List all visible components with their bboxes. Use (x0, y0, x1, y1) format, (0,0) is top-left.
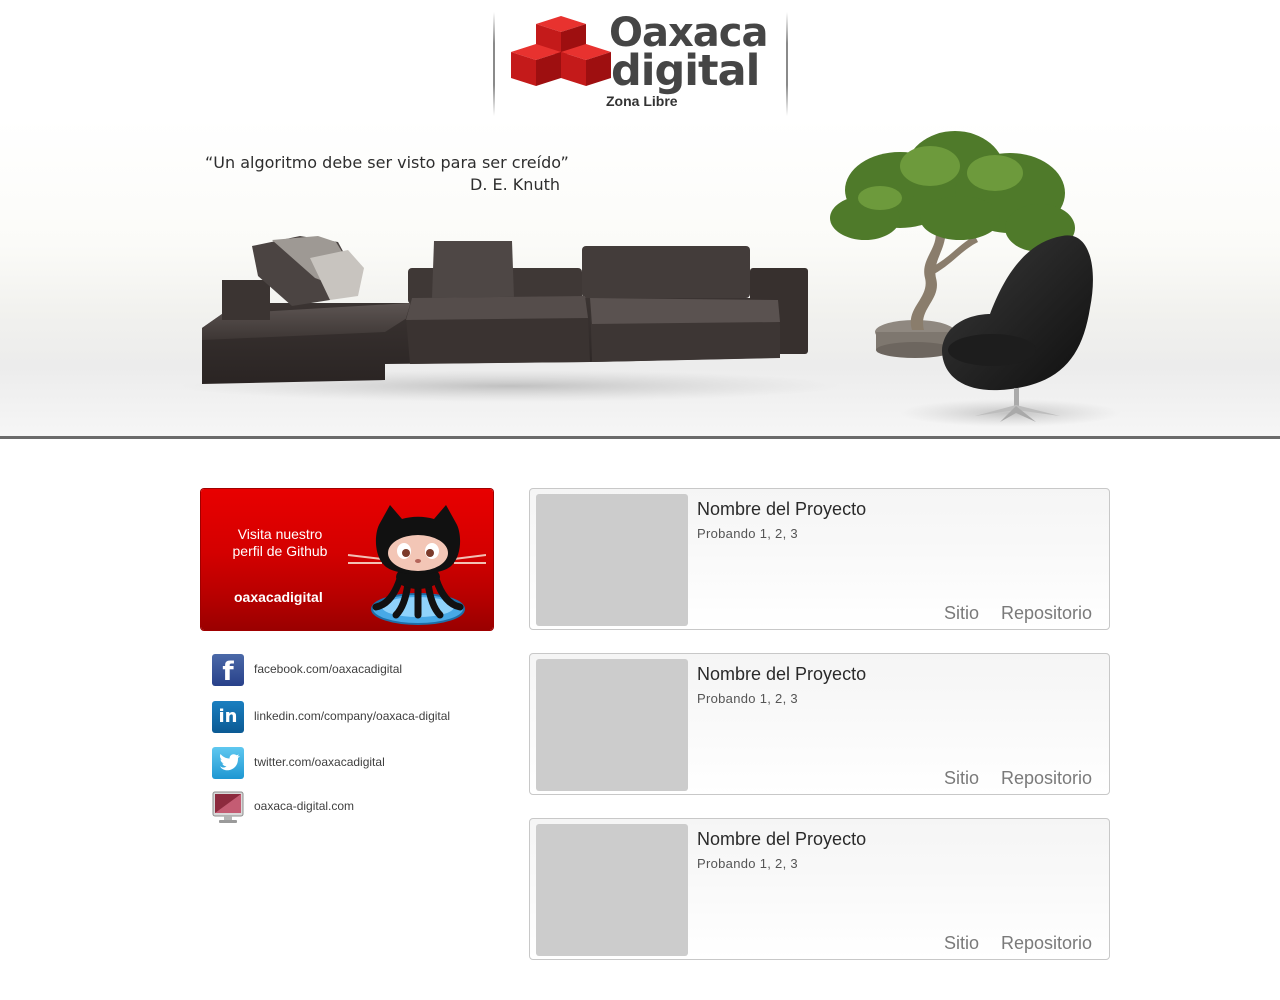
hero-bottom-divider (0, 436, 1280, 439)
project-thumbnail (536, 824, 688, 956)
facebook-icon: f (212, 654, 244, 687)
project-card: Nombre del Proyecto Probando 1, 2, 3 Sit… (529, 488, 1110, 630)
social-label: linkedin.com/company/oaxaca-digital (254, 709, 451, 723)
quote-author: D. E. Knuth (470, 175, 560, 194)
project-repo-link[interactable]: Repositorio (1001, 933, 1092, 954)
github-card-line1: Visita nuestro (237, 526, 323, 542)
project-repo-link[interactable]: Repositorio (1001, 768, 1092, 789)
project-title: Nombre del Proyecto (697, 499, 867, 519)
project-card: Nombre del Proyecto Probando 1, 2, 3 Sit… (529, 818, 1110, 960)
project-subtitle: Probando 1, 2, 3 (697, 856, 798, 871)
twitter-icon (212, 747, 244, 779)
project-subtitle: Probando 1, 2, 3 (697, 526, 798, 541)
social-label: facebook.com/oaxacadigital (254, 662, 403, 676)
monitor-icon (212, 791, 244, 823)
github-card-line2: perfil de Github (232, 543, 328, 559)
github-username: oaxacadigital (234, 589, 323, 605)
project-subtitle: Probando 1, 2, 3 (697, 691, 798, 706)
logo-text-bottom: digital (611, 46, 760, 96)
logo-tagline: Zona Libre (606, 93, 678, 109)
project-thumbnail (536, 494, 688, 626)
project-title: Nombre del Proyecto (697, 829, 867, 849)
cube-logo-icon (511, 16, 611, 86)
octocat-icon (347, 505, 486, 625)
logo-divider-left (493, 12, 495, 116)
project-card: Nombre del Proyecto Probando 1, 2, 3 Sit… (529, 653, 1110, 795)
quote-text: “Un algoritmo debe ser visto para ser cr… (205, 153, 569, 172)
project-title: Nombre del Proyecto (697, 664, 867, 684)
linkedin-icon: in (212, 701, 244, 733)
github-card-heading: Visita nuestro perfil de Github (225, 526, 335, 560)
project-site-link[interactable]: Sitio (944, 768, 979, 789)
hero-quote: “Un algoritmo debe ser visto para ser cr… (205, 152, 569, 196)
social-label: twitter.com/oaxacadigital (254, 755, 385, 769)
project-site-link[interactable]: Sitio (944, 933, 979, 954)
hero-illustration (180, 131, 1120, 427)
project-thumbnail (536, 659, 688, 791)
project-site-link[interactable]: Sitio (944, 603, 979, 624)
github-profile-card[interactable]: Visita nuestro perfil de Github oaxacadi… (201, 489, 493, 630)
project-repo-link[interactable]: Repositorio (1001, 603, 1092, 624)
logo-divider-right (786, 12, 788, 116)
site-logo[interactable]: Oaxaca digital Zona Libre (493, 10, 788, 116)
social-label: oaxaca-digital.com (254, 799, 355, 813)
